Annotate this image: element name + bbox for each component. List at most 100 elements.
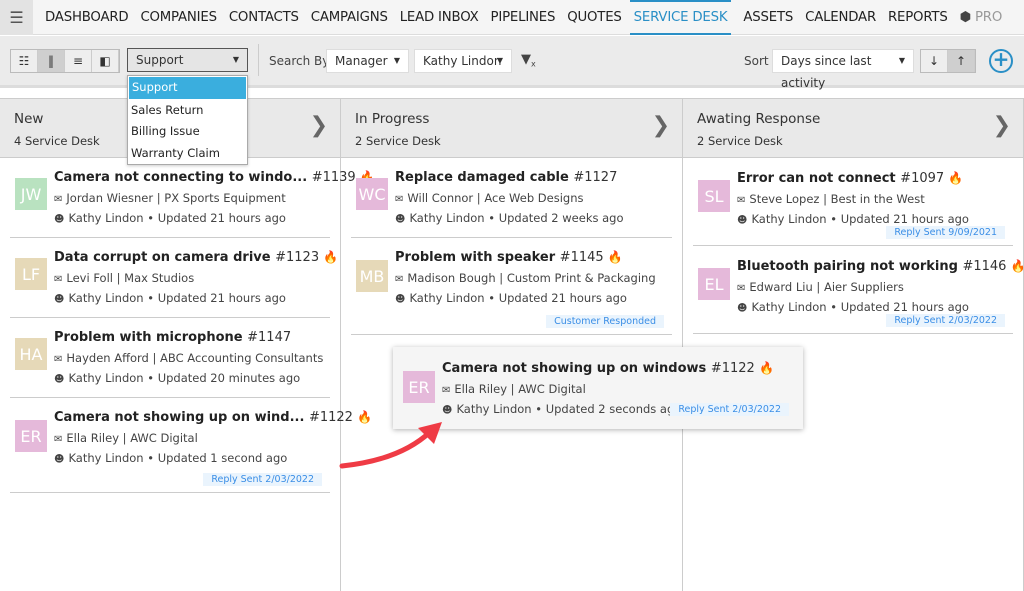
ticket-card[interactable]: MB Problem with speaker #1145 🔥 ✉ Madison B… — [351, 238, 672, 335]
ticket-card[interactable]: JW Camera not connecting to windo... #113… — [10, 158, 375, 238]
owner-updated: Kathy Lindon • Updated 2 seconds ago — [456, 402, 682, 416]
contact-company[interactable]: Ella Riley | AWC Digital — [454, 382, 585, 396]
clear-filter-icon[interactable]: ▼x — [521, 52, 536, 69]
manager-select[interactable]: Kathy Lindon ▼ — [414, 49, 512, 73]
mail-icon: ✉ — [737, 195, 746, 206]
ticket-card[interactable]: ER Camera not showing up on wind... #1122… — [10, 398, 372, 493]
nav-item-quotes[interactable]: QUOTES — [567, 0, 622, 35]
ticket-subject: Camera not showing up on wind... — [54, 410, 305, 425]
contact-company[interactable]: Levi Foll | Max Studios — [66, 271, 194, 285]
ticket-card[interactable]: EL Bluetooth pairing not working #1146 🔥 ✉… — [693, 246, 1024, 334]
ticket-number: #1123 — [275, 250, 320, 265]
contact-company[interactable]: Edward Liu | Aier Suppliers — [749, 280, 903, 294]
chevron-right-icon[interactable]: ❯ — [993, 113, 1011, 138]
column-header: In Progress 2 Service Desk ❯ — [341, 99, 682, 158]
dropdown-option[interactable]: Sales Return — [128, 100, 247, 122]
mail-icon: ✉ — [54, 434, 63, 445]
contact-line: ✉ Ella Riley | AWC Digital — [442, 382, 803, 396]
view-card-icon[interactable]: ☷ — [11, 50, 38, 72]
view-list-icon[interactable]: ≡ — [65, 50, 92, 72]
status-badge: Reply Sent 2/03/2022 — [670, 403, 789, 416]
status-badge: Reply Sent 2/03/2022 — [203, 473, 322, 486]
chevron-right-icon[interactable]: ❯ — [310, 113, 328, 138]
status-badge: Reply Sent 9/09/2021 — [886, 226, 1005, 239]
dropdown-option[interactable]: Support — [129, 77, 246, 99]
nav-item-reports[interactable]: REPORTS — [888, 0, 948, 35]
owner-line: ☻ Kathy Lindon • Updated 21 hours ago — [737, 212, 1013, 226]
nav-item-service-desk[interactable]: SERVICE DESK — [629, 0, 732, 35]
ticket-subject: Camera not connecting to windo... — [54, 170, 308, 185]
top-nav: ☰ DASHBOARD COMPANIES CONTACTS CAMPAIGNS LEA… — [0, 0, 1024, 35]
contact-line: ✉ Will Connor | Ace Web Designs — [395, 191, 672, 205]
owner-icon: ☻ — [54, 214, 65, 225]
mail-icon: ✉ — [395, 274, 404, 285]
dropdown-option[interactable]: Warranty Claim — [128, 143, 247, 165]
mail-icon: ✉ — [54, 354, 63, 365]
kanban-board: New 4 Service Desk ❯ JW Camera not connectin… — [0, 98, 1024, 591]
owner-icon: ☻ — [54, 374, 65, 385]
sort-direction: ↓ ↑ — [920, 49, 976, 73]
ticket-title: Camera not connecting to windo... #1139 … — [54, 170, 375, 185]
owner-updated: Kathy Lindon • Updated 2 weeks ago — [409, 211, 624, 225]
manager-value: Kathy Lindon — [423, 54, 502, 68]
nav-item-calendar[interactable]: CALENDAR — [805, 0, 876, 35]
contact-company[interactable]: Madison Bough | Custom Print & Packaging — [407, 271, 655, 285]
status-badge: Customer Responded — [546, 315, 664, 328]
dropdown-option[interactable]: Billing Issue — [128, 121, 247, 143]
ticket-card[interactable]: WC Replace damaged cable #1127 ✉ Will Conno… — [351, 158, 672, 238]
hot-flame-icon: 🔥 — [944, 171, 964, 185]
ticket-number: #1122 — [710, 361, 755, 376]
ticket-subject: Error can not connect — [737, 171, 896, 186]
menu-icon[interactable]: ☰ — [0, 0, 33, 35]
avatar: ER — [15, 420, 47, 452]
contact-company[interactable]: Steve Lopez | Best in the West — [749, 192, 924, 206]
ticket-card[interactable]: SL Error can not connect #1097 🔥 ✉ Steve Lo… — [693, 158, 1013, 246]
contact-company[interactable]: Jordan Wiesner | PX Sports Equipment — [66, 191, 285, 205]
caret-down-icon: ▼ — [496, 56, 503, 65]
owner-icon: ☻ — [737, 303, 748, 314]
divider — [258, 44, 259, 76]
ticket-title: Camera not showing up on wind... #1122 🔥 — [54, 410, 372, 425]
ticket-number: #1146 — [962, 259, 1007, 274]
chevron-right-icon[interactable]: ❯ — [652, 113, 670, 138]
owner-line: ☻ Kathy Lindon • Updated 2 weeks ago — [395, 211, 672, 225]
mail-icon: ✉ — [54, 194, 63, 205]
avatar: HA — [15, 338, 47, 370]
nav-item-assets[interactable]: ASSETS — [743, 0, 793, 35]
ticket-card[interactable]: HA Problem with microphone #1147 ✉ Hayden A… — [10, 318, 330, 398]
column-in-progress: In Progress 2 Service Desk ❯ WC Replace dama… — [341, 99, 683, 591]
contact-company[interactable]: Hayden Afford | ABC Accounting Consultan… — [66, 351, 323, 365]
pro-icon: ⬢ — [959, 9, 972, 25]
owner-updated: Kathy Lindon • Updated 21 hours ago — [751, 300, 969, 314]
nav-item-pipelines[interactable]: PIPELINES — [491, 0, 556, 35]
owner-updated: Kathy Lindon • Updated 21 hours ago — [409, 291, 627, 305]
column-count: 2 Service Desk — [697, 134, 783, 148]
owner-line: ☻ Kathy Lindon • Updated 20 minutes ago — [54, 371, 330, 385]
view-split-icon[interactable]: ◧ — [92, 50, 119, 72]
owner-updated: Kathy Lindon • Updated 1 second ago — [68, 451, 288, 465]
ticket-number: #1127 — [573, 170, 618, 185]
search-by-select[interactable]: Manager ▼ — [326, 49, 409, 73]
column-new: New 4 Service Desk ❯ JW Camera not connectin… — [0, 99, 375, 591]
type-select[interactable]: Support ▼ — [127, 48, 248, 72]
sort-select[interactable]: Days since last activity ▼ — [772, 49, 914, 90]
view-kanban-icon[interactable]: ‖ — [38, 50, 65, 72]
owner-line: ☻ Kathy Lindon • Updated 21 hours ago — [54, 211, 330, 225]
status-badge: Reply Sent 2/03/2022 — [886, 314, 1005, 327]
nav-item-lead-inbox[interactable]: LEAD INBOX — [400, 0, 479, 35]
nav-item-dashboard[interactable]: DASHBOARD — [45, 0, 129, 35]
nav-item-contacts[interactable]: CONTACTS — [229, 0, 299, 35]
ticket-card[interactable]: LF Data corrupt on camera drive #1123 🔥 ✉ L… — [10, 238, 338, 318]
caret-down-icon: ▼ — [898, 56, 905, 65]
add-icon[interactable]: + — [989, 49, 1013, 73]
nav-item-pro[interactable]: PRO — [975, 0, 1002, 35]
nav-item-companies[interactable]: COMPANIES — [140, 0, 217, 35]
sort-ascending-icon[interactable]: ↑ — [948, 50, 975, 72]
sort-descending-icon[interactable]: ↓ — [921, 50, 948, 72]
hot-flame-icon: 🔥 — [603, 250, 623, 264]
avatar: EL — [698, 268, 730, 300]
column-header: Awating Response 2 Service Desk ❯ — [683, 99, 1023, 158]
contact-company[interactable]: Ella Riley | AWC Digital — [66, 431, 197, 445]
nav-item-campaigns[interactable]: CAMPAIGNS — [311, 0, 388, 35]
contact-company[interactable]: Will Connor | Ace Web Designs — [407, 191, 583, 205]
